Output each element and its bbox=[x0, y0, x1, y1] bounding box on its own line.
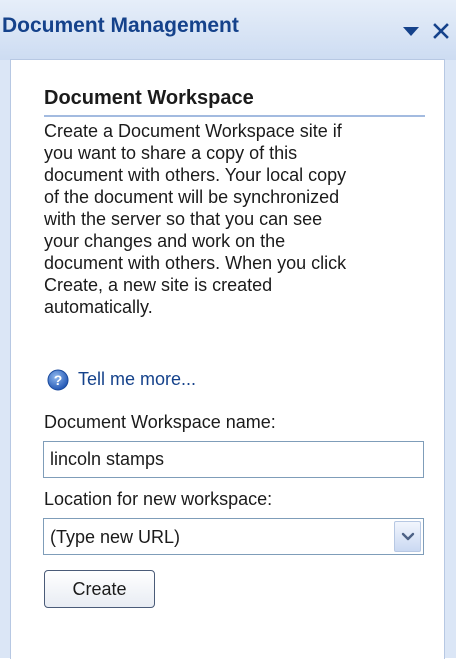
create-button[interactable]: Create bbox=[44, 570, 155, 608]
description-line: document with others. Your local copy bbox=[44, 165, 347, 185]
section-description: Create a Document Workspace site if you … bbox=[44, 120, 434, 318]
title-bar: Document Management bbox=[0, 0, 456, 60]
description-line: automatically. bbox=[44, 297, 153, 317]
help-icon[interactable]: ? bbox=[47, 369, 69, 391]
description-line: document with others. When you click bbox=[44, 253, 347, 273]
description-line: Create, a new site is created bbox=[44, 275, 273, 295]
section-title: Document Workspace bbox=[44, 87, 254, 109]
description-line: you want to share a copy of this bbox=[44, 143, 298, 163]
location-dropdown-button[interactable] bbox=[394, 521, 421, 552]
description-line: of the document will be synchronized bbox=[44, 187, 340, 207]
tell-me-more-link[interactable]: Tell me more... bbox=[78, 369, 196, 390]
description-line: with the server so that you can see bbox=[44, 209, 323, 229]
chevron-down-icon bbox=[401, 532, 415, 541]
document-management-pane: Document Management Document Workspace C… bbox=[0, 0, 456, 659]
location-select[interactable]: (Type new URL) bbox=[43, 518, 424, 555]
description-line: Create a Document Workspace site if bbox=[44, 121, 342, 141]
location-selected-value: (Type new URL) bbox=[50, 527, 181, 547]
pane-title: Document Management bbox=[2, 14, 239, 37]
workspace-name-label: Document Workspace name: bbox=[44, 412, 276, 432]
svg-text:?: ? bbox=[54, 372, 63, 388]
close-icon[interactable] bbox=[431, 21, 451, 41]
section-divider bbox=[44, 115, 425, 117]
location-label: Location for new workspace: bbox=[44, 489, 273, 509]
workspace-name-input[interactable] bbox=[43, 441, 424, 478]
triangle-down-icon[interactable] bbox=[400, 20, 422, 42]
description-line: your changes and work on the bbox=[44, 231, 286, 251]
